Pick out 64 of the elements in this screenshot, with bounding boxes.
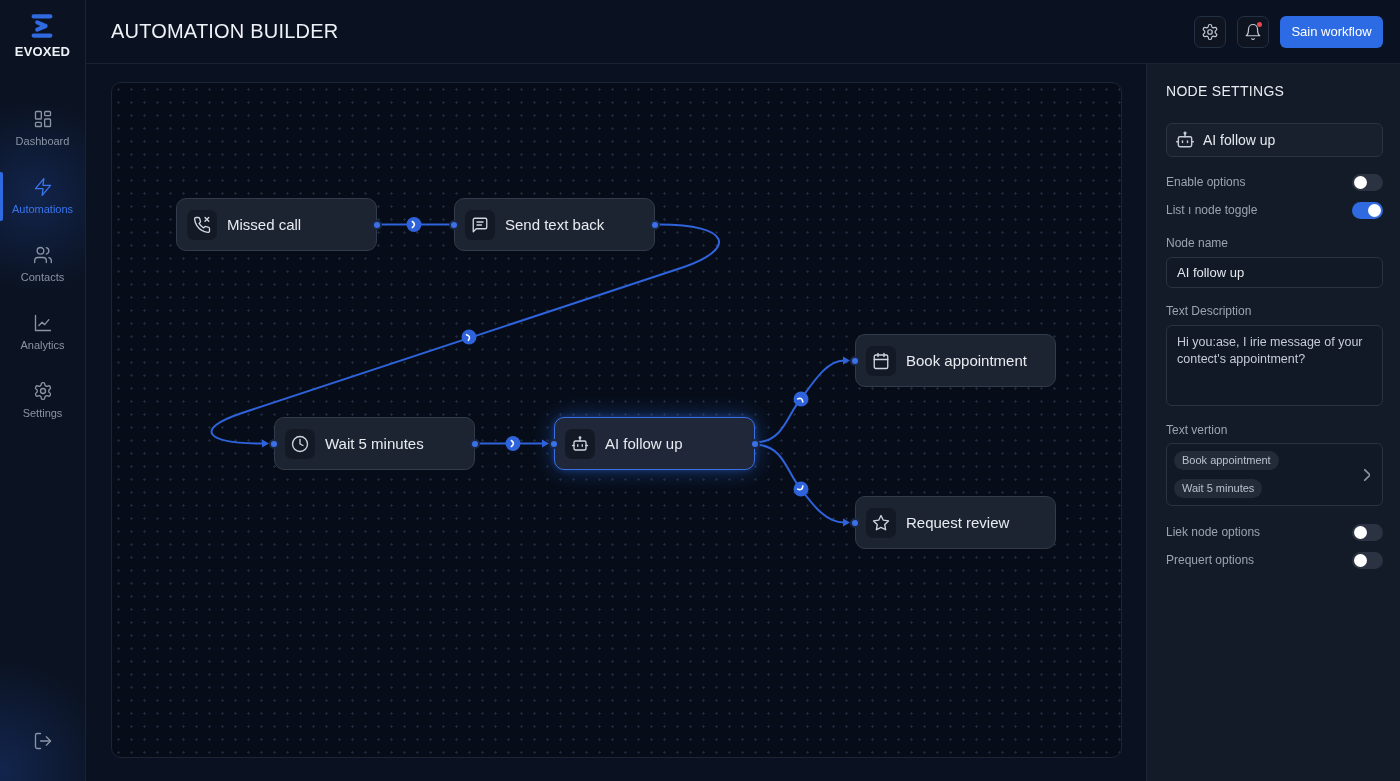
settings-icon <box>1201 22 1219 41</box>
logout-icon[interactable] <box>32 731 53 751</box>
connection-dot-icon <box>850 355 860 366</box>
toggle-switch[interactable] <box>1352 173 1383 191</box>
grid-icon <box>32 108 53 129</box>
page-title: AUTOMATION BUILDER <box>111 20 339 43</box>
connection-dot-icon <box>269 438 279 449</box>
connection-dot-icon <box>650 219 660 230</box>
option-label: Enable options <box>1166 175 1246 189</box>
workflow-node[interactable]: Missed call <box>176 198 377 251</box>
chat-bubble-icon <box>465 209 495 240</box>
description-field[interactable]: Hi you:ase, I irie message of your contect's appointment? <box>1166 325 1383 406</box>
toggle-switch[interactable] <box>1352 551 1383 569</box>
nav-item[interactable]: Analytics <box>0 304 85 360</box>
lightning-icon <box>32 176 53 197</box>
connection-dot-icon <box>549 438 559 449</box>
node-name-field[interactable]: AI follow up <box>1166 257 1383 288</box>
workflow-node[interactable]: Wait 5 minutes <box>274 417 475 470</box>
logo-icon <box>31 14 54 38</box>
chevron-marker-icon <box>505 436 521 451</box>
version-tag: Wait 5 minutes <box>1174 479 1263 498</box>
option-label: Prequert options <box>1166 553 1255 567</box>
node-title: AI follow up <box>1203 132 1276 148</box>
field-label: Node name <box>1166 236 1230 250</box>
connection-dot-icon <box>750 438 760 449</box>
field-label: Text Description <box>1166 304 1253 318</box>
connection-dot-icon <box>470 438 480 449</box>
option-label: List ı node toggle <box>1166 203 1258 217</box>
phone-icon <box>187 209 217 240</box>
version-tag: Book appointment <box>1174 451 1279 470</box>
chevron-marker-icon <box>461 329 477 345</box>
bell-icon <box>1244 22 1262 41</box>
nav-item[interactable]: Settings <box>0 372 85 428</box>
connection-dot-icon <box>850 517 860 528</box>
nav-item[interactable]: Dashboard <box>0 100 85 156</box>
nav-item[interactable]: Automations <box>0 168 85 224</box>
connection-dot-icon <box>449 219 459 230</box>
connection-dot-icon <box>372 219 382 230</box>
chevron-marker-icon <box>793 391 809 407</box>
chevron-marker-icon <box>406 217 422 232</box>
workflow-node[interactable]: Send text back <box>454 198 655 251</box>
workflow-node[interactable]: Book appointment <box>855 334 1056 387</box>
notifications-button[interactable] <box>1237 15 1269 48</box>
toggle-switch[interactable] <box>1352 523 1383 541</box>
field-label: Text vertion <box>1166 423 1229 437</box>
workflow-node[interactable]: AI follow up <box>554 417 755 470</box>
nav-item[interactable]: Contacts <box>0 236 85 292</box>
panel-title: NODE SETTINGS <box>1166 82 1286 100</box>
clock-icon <box>285 428 315 459</box>
robot-icon <box>565 428 595 459</box>
chevron-marker-icon <box>793 481 809 497</box>
settings-button[interactable] <box>1194 15 1226 48</box>
robot-icon <box>1175 130 1195 150</box>
line-chart-icon <box>32 312 53 333</box>
brand-name: EVOXED <box>14 44 71 59</box>
option-label: Liek node options <box>1166 525 1261 539</box>
chevron-right-icon <box>1364 468 1370 481</box>
settings-icon <box>32 380 53 401</box>
people-icon <box>32 244 53 265</box>
version-picker[interactable]: Book appointment Wait 5 minutes <box>1166 443 1383 506</box>
workflow-node[interactable]: Request review <box>855 496 1056 549</box>
calendar-icon <box>866 345 896 376</box>
save-workflow-button[interactable]: Sain workflow <box>1280 15 1383 48</box>
toggle-switch[interactable] <box>1352 201 1383 219</box>
